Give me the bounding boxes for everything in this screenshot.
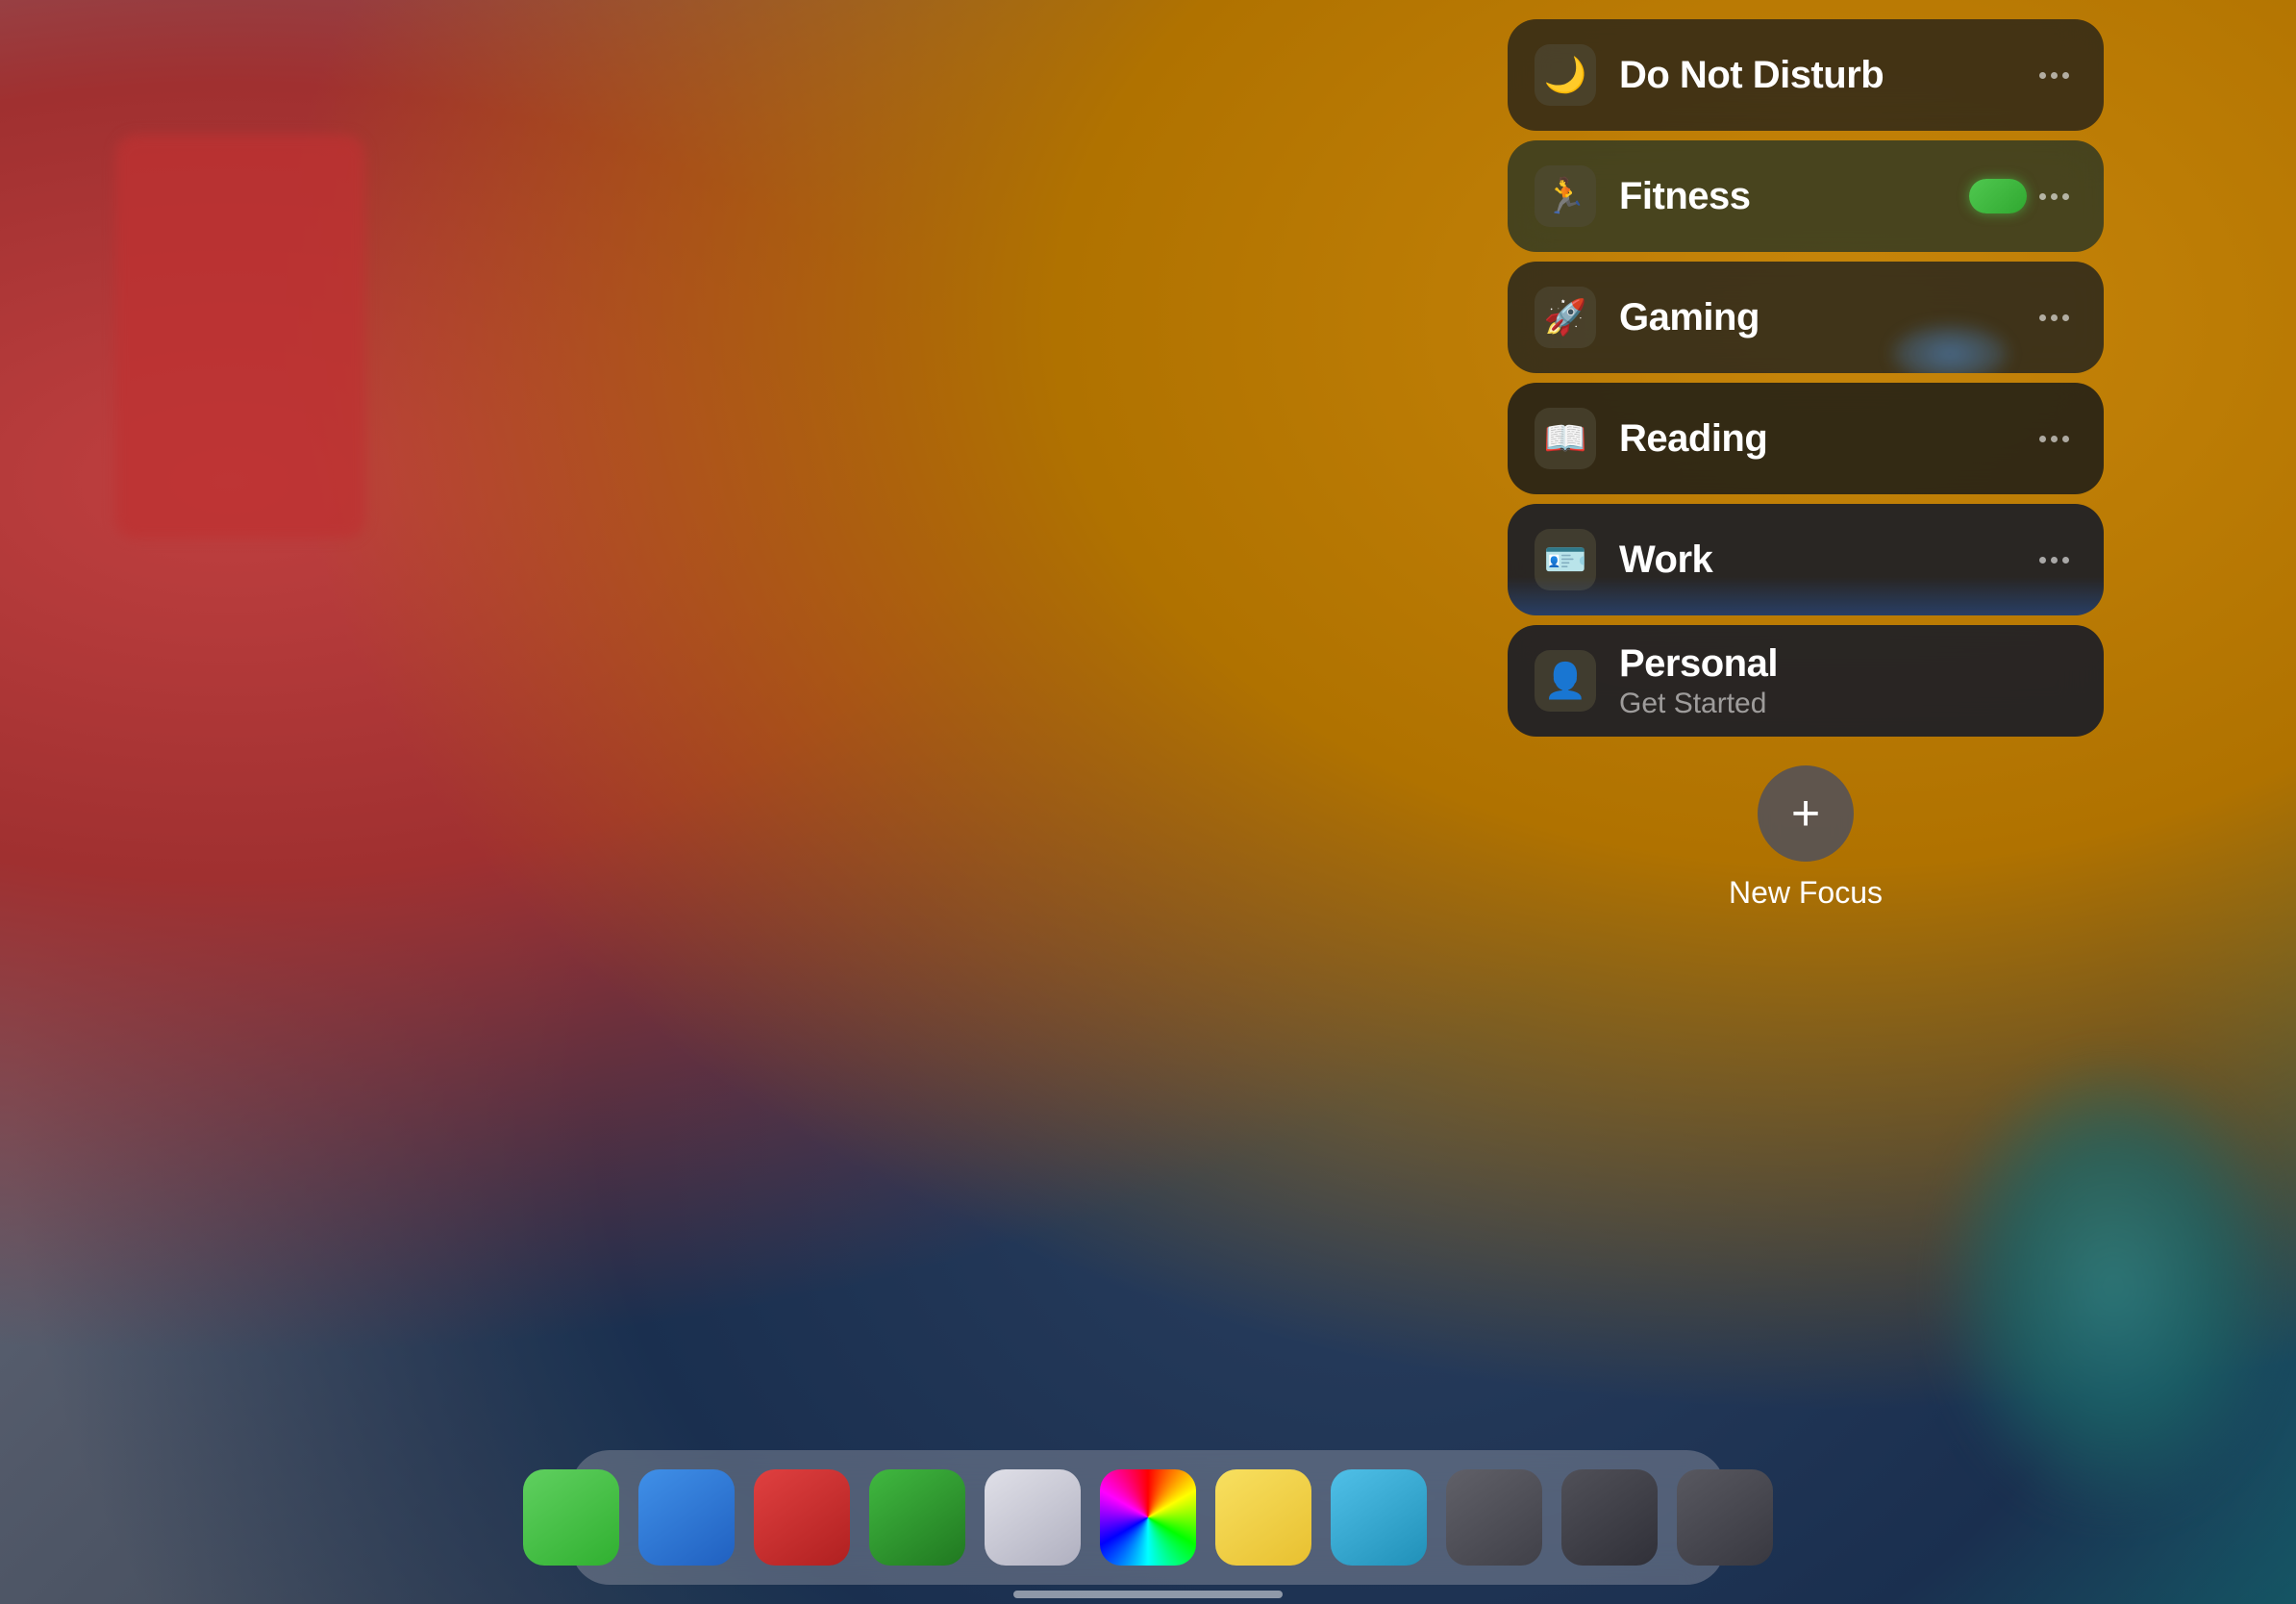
focus-item-fitness[interactable]: 🏃 Fitness — [1508, 140, 2104, 252]
fitness-more-button[interactable] — [2032, 186, 2077, 208]
focus-item-do-not-disturb[interactable]: 🌙 Do Not Disturb — [1508, 19, 2104, 131]
reading-icon: 📖 — [1535, 408, 1596, 469]
gaming-label: Gaming — [1619, 296, 1759, 338]
dock-app-dark2[interactable] — [1561, 1469, 1658, 1566]
do-not-disturb-icon: 🌙 — [1535, 44, 1596, 106]
new-focus-label: New Focus — [1729, 875, 1883, 911]
new-focus-button[interactable]: + — [1758, 765, 1854, 862]
reading-label: Reading — [1619, 417, 1767, 460]
personal-label: Personal — [1619, 642, 1778, 685]
dock-app-dark1[interactable] — [1446, 1469, 1542, 1566]
focus-item-personal[interactable]: 👤 Personal Get Started — [1508, 625, 2104, 737]
work-glow-decoration — [1508, 577, 2104, 615]
fitness-active-toggle — [1969, 179, 2027, 213]
dock-app-finder[interactable] — [985, 1469, 1081, 1566]
dock-app-dark3[interactable] — [1677, 1469, 1773, 1566]
do-not-disturb-label: Do Not Disturb — [1619, 54, 1884, 96]
dock-app-facetime[interactable] — [869, 1469, 965, 1566]
focus-item-gaming[interactable]: 🚀 Gaming — [1508, 262, 2104, 373]
teal-orb-decoration — [1931, 1046, 2296, 1527]
focus-panel: 🌙 Do Not Disturb 🏃 Fitness 🚀 Gaming — [1508, 19, 2104, 911]
do-not-disturb-more-button[interactable] — [2032, 64, 2077, 87]
gaming-more-button[interactable] — [2032, 307, 2077, 329]
focus-item-reading[interactable]: 📖 Reading — [1508, 383, 2104, 494]
new-focus-plus-icon: + — [1791, 789, 1820, 839]
reading-more-button[interactable] — [2032, 428, 2077, 450]
home-indicator[interactable] — [1013, 1591, 1283, 1598]
fitness-label: Fitness — [1619, 175, 1751, 217]
dock-app-notes[interactable] — [1215, 1469, 1311, 1566]
work-more-button[interactable] — [2032, 549, 2077, 571]
new-focus-container: + New Focus — [1508, 765, 2104, 911]
fitness-icon: 🏃 — [1535, 165, 1596, 227]
blurred-red-app-block — [115, 135, 365, 539]
dock-app-maps[interactable] — [1331, 1469, 1427, 1566]
dock-app-safari[interactable] — [638, 1469, 735, 1566]
personal-subtitle: Get Started — [1619, 688, 2077, 720]
dock-app-messages[interactable] — [523, 1469, 619, 1566]
work-label: Work — [1619, 539, 1712, 581]
dock — [571, 1450, 1725, 1585]
focus-item-work[interactable]: 🪪 Work — [1508, 504, 2104, 615]
dock-app-photos-red[interactable] — [754, 1469, 850, 1566]
gaming-icon: 🚀 — [1535, 287, 1596, 348]
dock-app-photos[interactable] — [1100, 1469, 1196, 1566]
personal-icon: 👤 — [1535, 650, 1596, 712]
